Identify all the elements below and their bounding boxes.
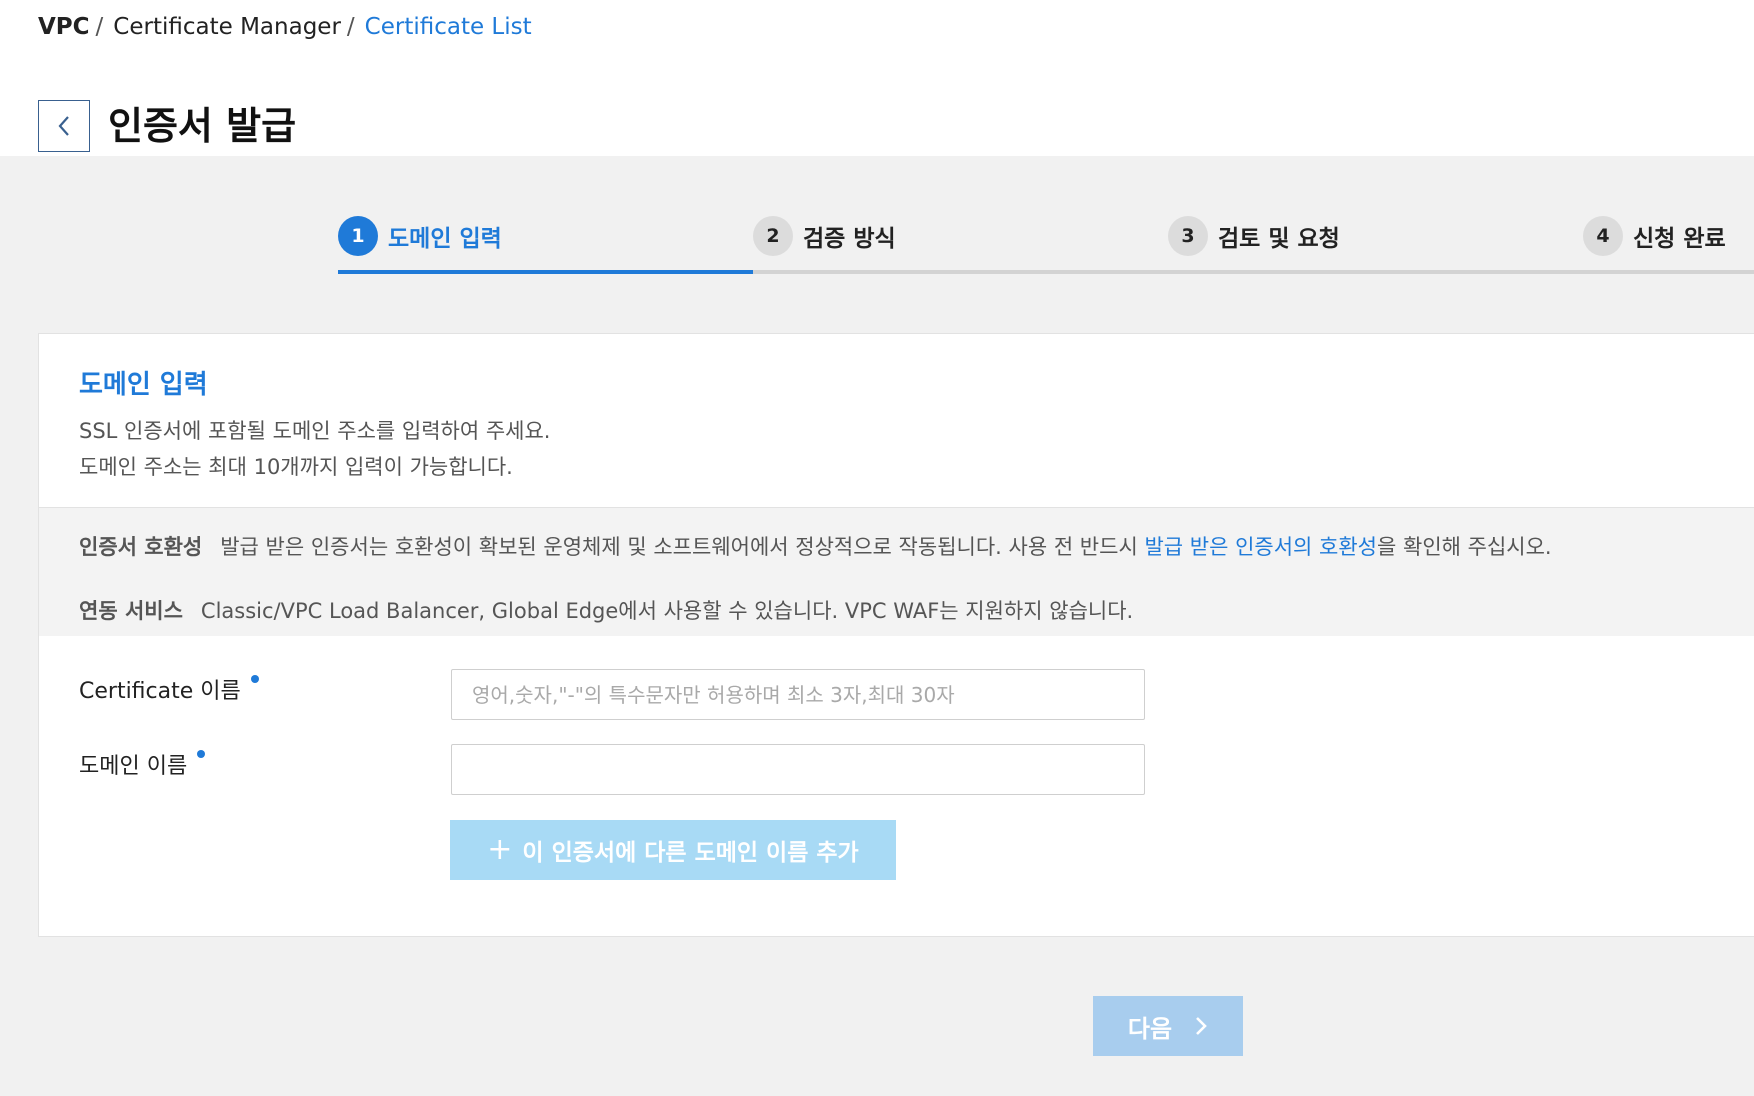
- step-label: 도메인 입력: [388, 226, 502, 252]
- domain-name-label-text: 도메인 이름: [79, 754, 188, 779]
- stepper-progress: [338, 270, 753, 274]
- breadcrumb-certificate-list[interactable]: Certificate List: [365, 14, 532, 40]
- chevron-left-icon: [58, 116, 69, 137]
- section-description-line-1: SSL 인증서에 포함될 도메인 주소를 입력하여 주세요.: [79, 419, 551, 443]
- breadcrumb-vpc[interactable]: VPC: [38, 14, 90, 40]
- next-button[interactable]: 다음: [1093, 996, 1243, 1056]
- step-4-complete[interactable]: 4 신청 완료: [1583, 214, 1726, 258]
- required-indicator: [197, 750, 206, 758]
- step-indicator: 1 도메인 입력 2 검증 방식 3 검토 및 요청 4 신청 완료: [338, 214, 1754, 274]
- domain-name-input[interactable]: [451, 744, 1145, 795]
- compatibility-text: 발급 받은 인증서는 호환성이 확보된 운영체제 및 소프트웨어에서 정상적으로…: [220, 535, 1145, 559]
- step-number: 3: [1168, 216, 1208, 256]
- step-label: 검토 및 요청: [1218, 226, 1340, 252]
- card-header: 도메인 입력 SSL 인증서에 포함될 도메인 주소를 입력하여 주세요. 도메…: [39, 334, 1754, 508]
- step-number: 4: [1583, 216, 1623, 256]
- compatibility-text-end: 을 확인해 주십시오.: [1377, 535, 1552, 559]
- step-label: 신청 완료: [1633, 226, 1726, 252]
- certificate-name-label: Certificate 이름: [79, 669, 451, 705]
- info-box: 인증서 호환성 발급 받은 인증서는 호환성이 확보된 운영체제 및 소프트웨어에…: [39, 508, 1754, 636]
- back-button[interactable]: [38, 100, 90, 153]
- domain-input-card: 도메인 입력 SSL 인증서에 포함될 도메인 주소를 입력하여 주세요. 도메…: [38, 333, 1754, 937]
- domain-name-row: 도메인 이름: [79, 744, 1145, 795]
- linked-services-text: Classic/VPC Load Balancer, Global Edge에서…: [200, 599, 1134, 623]
- page-title: 인증서 발급: [108, 104, 297, 149]
- step-2-validation-method[interactable]: 2 검증 방식: [753, 214, 896, 258]
- add-domain-label: 이 인증서에 다른 도메인 이름 추가: [522, 840, 859, 866]
- certificate-name-row: Certificate 이름: [79, 669, 1145, 720]
- page-header: VPC / Certificate Manager / Certificate …: [0, 0, 1754, 156]
- breadcrumb-separator: /: [346, 14, 355, 40]
- step-3-review-request[interactable]: 3 검토 및 요청: [1168, 214, 1340, 258]
- step-1-domain-input[interactable]: 1 도메인 입력: [338, 214, 502, 258]
- certificate-name-label-text: Certificate 이름: [79, 679, 241, 704]
- title-row: 인증서 발급: [38, 75, 296, 178]
- section-title: 도메인 입력: [79, 370, 208, 400]
- step-number: 1: [338, 216, 378, 256]
- breadcrumb: VPC / Certificate Manager / Certificate …: [38, 14, 532, 40]
- breadcrumb-certificate-manager[interactable]: Certificate Manager: [113, 14, 341, 40]
- breadcrumb-separator: /: [95, 14, 104, 40]
- add-domain-button[interactable]: + 이 인증서에 다른 도메인 이름 추가: [450, 820, 896, 880]
- certificate-name-input[interactable]: [451, 669, 1145, 720]
- section-description-line-2: 도메인 주소는 최대 10개까지 입력이 가능합니다.: [79, 455, 513, 479]
- step-number: 2: [753, 216, 793, 256]
- domain-name-label: 도메인 이름: [79, 744, 451, 780]
- compatibility-label: 인증서 호환성: [79, 535, 203, 559]
- linked-services-info: 연동 서비스 Classic/VPC Load Balancer, Global …: [79, 586, 1754, 636]
- compatibility-info: 인증서 호환성 발급 받은 인증서는 호환성이 확보된 운영체제 및 소프트웨어에…: [79, 522, 1754, 572]
- chevron-right-icon: [1194, 1015, 1208, 1037]
- compatibility-link[interactable]: 발급 받은 인증서의 호환성: [1144, 535, 1377, 559]
- step-label: 검증 방식: [803, 226, 896, 252]
- linked-services-label: 연동 서비스: [79, 599, 183, 623]
- required-indicator: [250, 675, 259, 683]
- plus-icon: +: [487, 832, 513, 867]
- next-label: 다음: [1127, 1014, 1173, 1043]
